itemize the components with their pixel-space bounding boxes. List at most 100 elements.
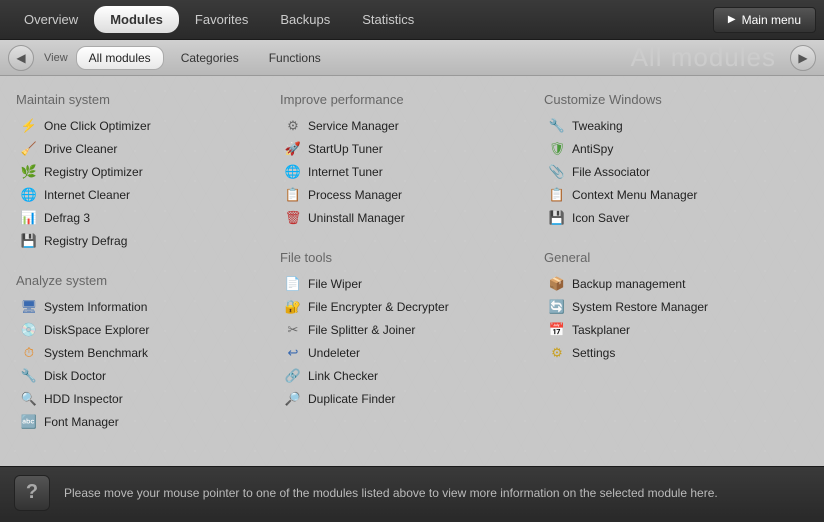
drive-cleaner-icon: 🧹 <box>20 140 38 158</box>
tab-statistics[interactable]: Statistics <box>346 6 430 33</box>
system-restore-manager-icon: 🔄 <box>548 298 566 316</box>
sub-tab-categories[interactable]: Categories <box>168 46 252 70</box>
process-manager-icon: 📋 <box>284 186 302 204</box>
page-title: All modules <box>631 42 776 73</box>
internet-tuner-icon: 🌐 <box>284 163 302 181</box>
module-disk-doctor[interactable]: 🔧 Disk Doctor <box>16 365 280 387</box>
module-link-checker[interactable]: 🔗 Link Checker <box>280 365 544 387</box>
module-system-restore-manager[interactable]: 🔄 System Restore Manager <box>544 296 808 318</box>
module-taskplaner[interactable]: 📅 Taskplaner <box>544 319 808 341</box>
icon-saver-icon: 💾 <box>548 209 566 227</box>
modules-grid: Maintain system ⚡ One Click Optimizer 🧹 … <box>0 76 824 466</box>
module-file-associator[interactable]: 📎 File Associator <box>544 161 808 183</box>
backup-management-label: Backup management <box>572 277 685 291</box>
service-manager-icon: ⚙ <box>284 117 302 135</box>
module-backup-management[interactable]: 📦 Backup management <box>544 273 808 295</box>
module-drive-cleaner[interactable]: 🧹 Drive Cleaner <box>16 138 280 160</box>
file-wiper-label: File Wiper <box>308 277 362 291</box>
registry-optimizer-label: Registry Optimizer <box>44 165 143 179</box>
settings-icon: ⚙ <box>548 344 566 362</box>
system-benchmark-icon: ⏱ <box>20 344 38 362</box>
column-customize-general: Customize Windows 🔧 Tweaking 🛡 AntiSpy 📎… <box>544 88 808 454</box>
status-message: Please move your mouse pointer to one of… <box>64 486 718 500</box>
tab-backups[interactable]: Backups <box>264 6 346 33</box>
disk-doctor-icon: 🔧 <box>20 367 38 385</box>
nav-back-button[interactable]: ◀ <box>8 45 34 71</box>
one-click-optimizer-icon: ⚡ <box>20 117 38 135</box>
diskspace-explorer-label: DiskSpace Explorer <box>44 323 149 337</box>
section-title-improve: Improve performance <box>280 92 544 107</box>
tweaking-icon: 🔧 <box>548 117 566 135</box>
module-icon-saver[interactable]: 💾 Icon Saver <box>544 207 808 229</box>
file-wiper-icon: 📄 <box>284 275 302 293</box>
link-checker-icon: 🔗 <box>284 367 302 385</box>
module-file-splitter[interactable]: ✂ File Splitter & Joiner <box>280 319 544 341</box>
section-title-analyze: Analyze system <box>16 273 280 288</box>
system-restore-manager-label: System Restore Manager <box>572 300 708 314</box>
section-title-customize: Customize Windows <box>544 92 808 107</box>
tweaking-label: Tweaking <box>572 119 623 133</box>
duplicate-finder-icon: 🔎 <box>284 390 302 408</box>
module-undeleter[interactable]: ↩ Undeleter <box>280 342 544 364</box>
sub-tab-functions[interactable]: Functions <box>256 46 334 70</box>
sub-tab-all-modules[interactable]: All modules <box>76 46 164 70</box>
undeleter-label: Undeleter <box>308 346 360 360</box>
module-internet-tuner[interactable]: 🌐 Internet Tuner <box>280 161 544 183</box>
context-menu-manager-label: Context Menu Manager <box>572 188 697 202</box>
uninstall-manager-label: Uninstall Manager <box>308 211 405 225</box>
module-antispy[interactable]: 🛡 AntiSpy <box>544 138 808 160</box>
help-button[interactable]: ? <box>14 475 50 511</box>
column-maintain-analyze: Maintain system ⚡ One Click Optimizer 🧹 … <box>16 88 280 454</box>
tab-favorites[interactable]: Favorites <box>179 6 264 33</box>
diskspace-explorer-icon: 💿 <box>20 321 38 339</box>
duplicate-finder-label: Duplicate Finder <box>308 392 395 406</box>
module-defrag3[interactable]: 📊 Defrag 3 <box>16 207 280 229</box>
nav-forward-button[interactable]: ▶ <box>790 45 816 71</box>
module-font-manager[interactable]: 🔤 Font Manager <box>16 411 280 433</box>
file-encrypter-icon: 🔐 <box>284 298 302 316</box>
internet-tuner-label: Internet Tuner <box>308 165 383 179</box>
tab-overview[interactable]: Overview <box>8 6 94 33</box>
module-tweaking[interactable]: 🔧 Tweaking <box>544 115 808 137</box>
module-one-click-optimizer[interactable]: ⚡ One Click Optimizer <box>16 115 280 137</box>
section-title-general: General <box>544 250 808 265</box>
module-system-information[interactable]: 🖥 System Information <box>16 296 280 318</box>
module-duplicate-finder[interactable]: 🔎 Duplicate Finder <box>280 388 544 410</box>
view-label: View <box>44 52 68 64</box>
tab-modules[interactable]: Modules <box>94 6 179 33</box>
system-benchmark-label: System Benchmark <box>44 346 148 360</box>
service-manager-label: Service Manager <box>308 119 399 133</box>
taskplaner-label: Taskplaner <box>572 323 630 337</box>
module-startup-tuner[interactable]: 🚀 StartUp Tuner <box>280 138 544 160</box>
main-menu-button[interactable]: Main menu <box>713 7 816 33</box>
internet-cleaner-icon: 🌐 <box>20 186 38 204</box>
file-splitter-label: File Splitter & Joiner <box>308 323 415 337</box>
font-manager-icon: 🔤 <box>20 413 38 431</box>
disk-doctor-label: Disk Doctor <box>44 369 106 383</box>
module-settings[interactable]: ⚙ Settings <box>544 342 808 364</box>
module-hdd-inspector[interactable]: 🔍 HDD Inspector <box>16 388 280 410</box>
main-content: Maintain system ⚡ One Click Optimizer 🧹 … <box>0 76 824 466</box>
module-diskspace-explorer[interactable]: 💿 DiskSpace Explorer <box>16 319 280 341</box>
module-file-wiper[interactable]: 📄 File Wiper <box>280 273 544 295</box>
module-internet-cleaner[interactable]: 🌐 Internet Cleaner <box>16 184 280 206</box>
module-process-manager[interactable]: 📋 Process Manager <box>280 184 544 206</box>
system-information-label: System Information <box>44 300 147 314</box>
context-menu-manager-icon: 📋 <box>548 186 566 204</box>
module-context-menu-manager[interactable]: 📋 Context Menu Manager <box>544 184 808 206</box>
startup-tuner-label: StartUp Tuner <box>308 142 383 156</box>
icon-saver-label: Icon Saver <box>572 211 629 225</box>
module-uninstall-manager[interactable]: 🗑 Uninstall Manager <box>280 207 544 229</box>
module-system-benchmark[interactable]: ⏱ System Benchmark <box>16 342 280 364</box>
file-encrypter-label: File Encrypter & Decrypter <box>308 300 449 314</box>
module-registry-defrag[interactable]: 💾 Registry Defrag <box>16 230 280 252</box>
antispy-label: AntiSpy <box>572 142 613 156</box>
font-manager-label: Font Manager <box>44 415 119 429</box>
module-service-manager[interactable]: ⚙ Service Manager <box>280 115 544 137</box>
module-registry-optimizer[interactable]: 🌿 Registry Optimizer <box>16 161 280 183</box>
uninstall-manager-icon: 🗑 <box>284 209 302 227</box>
file-associator-icon: 📎 <box>548 163 566 181</box>
module-file-encrypter[interactable]: 🔐 File Encrypter & Decrypter <box>280 296 544 318</box>
taskplaner-icon: 📅 <box>548 321 566 339</box>
settings-label: Settings <box>572 346 615 360</box>
